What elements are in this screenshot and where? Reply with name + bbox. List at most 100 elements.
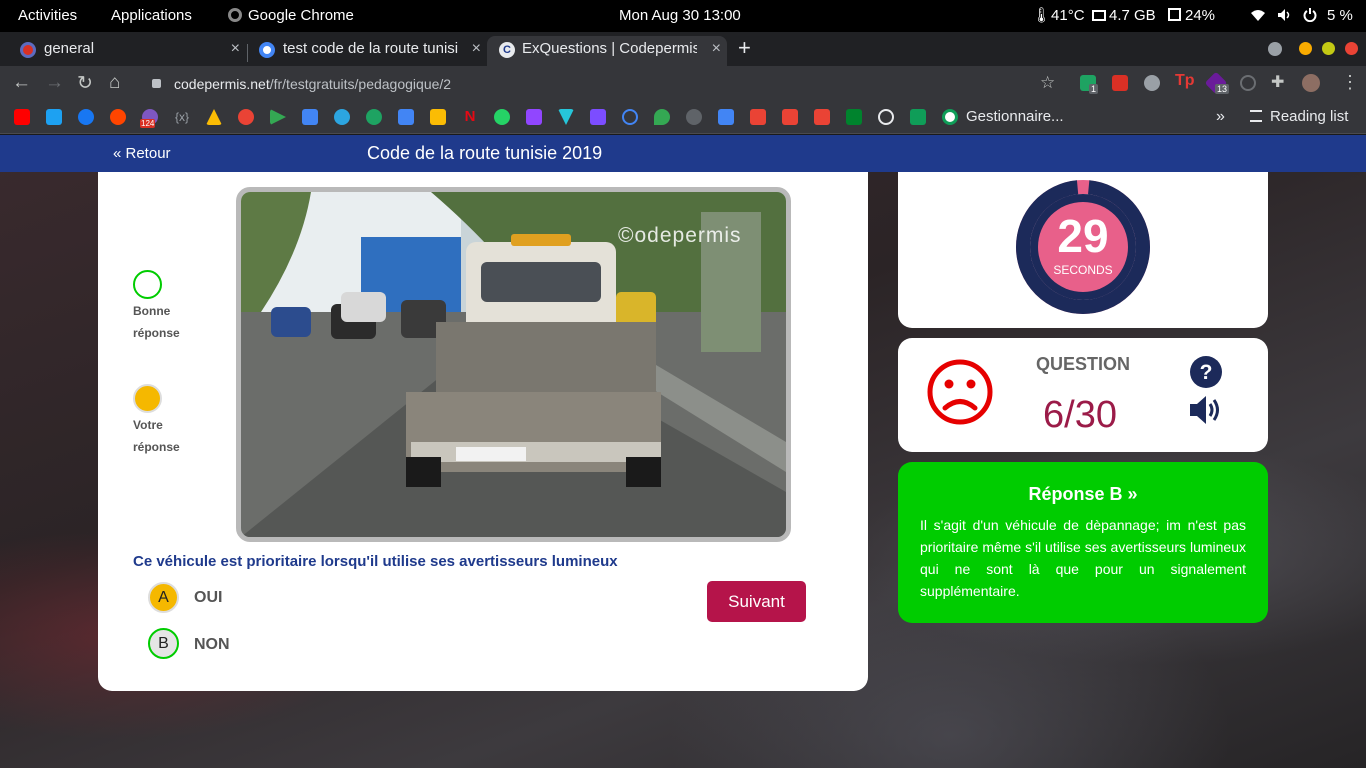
tab-close-icon[interactable]: × <box>712 36 721 62</box>
google-classroom-icon[interactable] <box>910 109 926 125</box>
codepermis-icon: C <box>499 42 515 58</box>
reading-list-label: Reading list <box>1270 108 1349 125</box>
reload-icon[interactable]: ↻ <box>77 72 93 95</box>
google-maps-icon[interactable] <box>654 109 670 125</box>
telegram-icon[interactable] <box>334 109 350 125</box>
extension-tp-icon[interactable]: Tp <box>1175 72 1195 90</box>
twitch-icon[interactable] <box>526 109 542 125</box>
back-arrow-icon[interactable]: ← <box>12 72 31 94</box>
tab-title: ExQuestions | Codepermis <box>522 40 697 57</box>
netflix-icon[interactable]: N <box>462 109 478 125</box>
close-window-icon[interactable] <box>1345 42 1358 55</box>
reading-list-button[interactable]: Reading list <box>1250 102 1348 132</box>
code-icon[interactable]: {x} <box>174 109 190 125</box>
tab-favicon-icon <box>20 42 36 58</box>
new-tab-button[interactable]: + <box>738 35 751 61</box>
tab-search-icon[interactable] <box>1268 42 1282 56</box>
maximize-icon[interactable] <box>1322 42 1335 55</box>
chrome-menu-icon[interactable]: ⋮ <box>1341 72 1359 93</box>
gmail-icon[interactable] <box>814 109 830 125</box>
option-a-label[interactable]: OUI <box>194 589 222 607</box>
option-b-label[interactable]: NON <box>194 636 230 654</box>
speaker-icon[interactable] <box>1188 394 1224 426</box>
google-meet-icon[interactable] <box>846 109 862 125</box>
reddit-icon[interactable] <box>110 109 126 125</box>
gmail-icon[interactable] <box>782 109 798 125</box>
question-counter-card: QUESTION 6/30 ? <box>898 338 1268 452</box>
extension-red-icon[interactable] <box>1112 75 1128 91</box>
bookmarks-overflow-button[interactable]: » <box>1216 102 1225 132</box>
vuetify-icon[interactable] <box>558 109 574 125</box>
option-b-letter[interactable]: B <box>148 628 179 659</box>
question-label: QUESTION <box>1036 354 1131 374</box>
sad-face-icon <box>927 359 993 425</box>
home-icon[interactable]: ⌂ <box>109 72 120 94</box>
legend-text-line: réponse <box>133 326 180 340</box>
bookmark-bars-icon[interactable] <box>718 109 734 125</box>
help-icon[interactable]: ? <box>1190 356 1222 388</box>
app-name: Google Chrome <box>248 7 354 24</box>
lock-icon <box>152 79 161 88</box>
tab-exquestions[interactable]: C ExQuestions | Codepermis × <box>487 36 727 66</box>
google-translate-icon[interactable] <box>398 109 414 125</box>
disk-indicator: 24% <box>1168 0 1215 32</box>
google-calendar-icon[interactable] <box>302 109 318 125</box>
next-button[interactable]: Suivant <box>707 581 806 622</box>
timer-value: 29 <box>1057 210 1109 262</box>
temperature-indicator: 🌡41°C <box>1032 0 1085 32</box>
timer-unit: SECONDS <box>1053 263 1113 277</box>
whatsapp-icon[interactable] <box>494 109 510 125</box>
address-bar[interactable]: codepermis.net/fr/testgratuits/pedagogiq… <box>140 68 1070 100</box>
option-a-letter[interactable]: A <box>148 582 179 613</box>
tab-test-code[interactable]: test code de la route tunisie × <box>247 36 487 66</box>
profile-avatar[interactable] <box>1302 74 1320 92</box>
tab-general[interactable]: general × <box>0 36 246 66</box>
google-play-icon[interactable] <box>270 109 286 125</box>
tab-strip: general × test code de la route tunisie … <box>0 32 1366 66</box>
extension-grey-icon[interactable] <box>1144 75 1160 91</box>
bookmark-d-icon[interactable] <box>590 109 606 125</box>
bookmark-gestionnaire[interactable]: Gestionnaire... <box>966 102 1064 132</box>
feedly-icon[interactable] <box>366 109 382 125</box>
bookmark-ring-icon[interactable] <box>622 109 638 125</box>
site-header: « Retour Code de la route tunisie 2019 <box>0 135 1366 172</box>
memory-value: 4.7 GB <box>1109 7 1156 24</box>
minimize-icon[interactable] <box>1299 42 1312 55</box>
activities-button[interactable]: Activities <box>18 0 77 32</box>
disk-value: 24% <box>1185 7 1216 24</box>
tab-close-icon[interactable]: × <box>231 36 240 62</box>
disk-icon <box>1168 8 1181 21</box>
answer-explanation: Il s'agit d'un véhicule de dèpannage; im… <box>920 517 1246 599</box>
memory-icon <box>1092 10 1106 21</box>
google-grey-icon[interactable] <box>686 109 702 125</box>
bookmark-star-icon[interactable]: ☆ <box>1040 73 1055 93</box>
your-answer-legend-circle <box>133 384 162 413</box>
wifi-icon[interactable] <box>1250 0 1266 32</box>
bookmarks-bar: 124 {x} N Gestionnaire... » Reading list <box>0 102 1366 134</box>
power-icon[interactable] <box>1303 0 1317 32</box>
chrome-app-menu[interactable]: Google Chrome <box>228 0 354 32</box>
chrome-icon <box>228 8 242 22</box>
google-photos-icon[interactable] <box>238 109 254 125</box>
twitter-icon[interactable] <box>46 109 62 125</box>
tab-title: test code de la route tunisie <box>283 40 458 57</box>
forward-arrow-icon[interactable]: → <box>45 72 64 94</box>
volume-icon[interactable] <box>1277 0 1293 32</box>
tab-close-icon[interactable]: × <box>472 36 481 62</box>
youtube-icon[interactable] <box>14 109 30 125</box>
extension-circle-icon[interactable] <box>1240 75 1256 91</box>
legend-text-line: Bonne <box>133 304 171 318</box>
extensions-puzzle-icon[interactable]: ✚ <box>1271 72 1284 92</box>
legend-text-line: réponse <box>133 440 180 454</box>
google-drive-icon[interactable] <box>206 109 222 125</box>
applications-menu[interactable]: Applications <box>111 0 192 32</box>
battery-value[interactable]: 5 % <box>1327 0 1353 32</box>
back-link[interactable]: « Retour <box>113 145 171 162</box>
clock[interactable]: Mon Aug 30 13:00 <box>619 0 741 32</box>
google-keep-icon[interactable] <box>430 109 446 125</box>
gmail-icon[interactable] <box>750 109 766 125</box>
speedometer-icon[interactable] <box>878 109 894 125</box>
tab-title: general <box>44 40 95 57</box>
thermometer-icon: 🌡 <box>1032 7 1052 24</box>
facebook-icon[interactable] <box>78 109 94 125</box>
